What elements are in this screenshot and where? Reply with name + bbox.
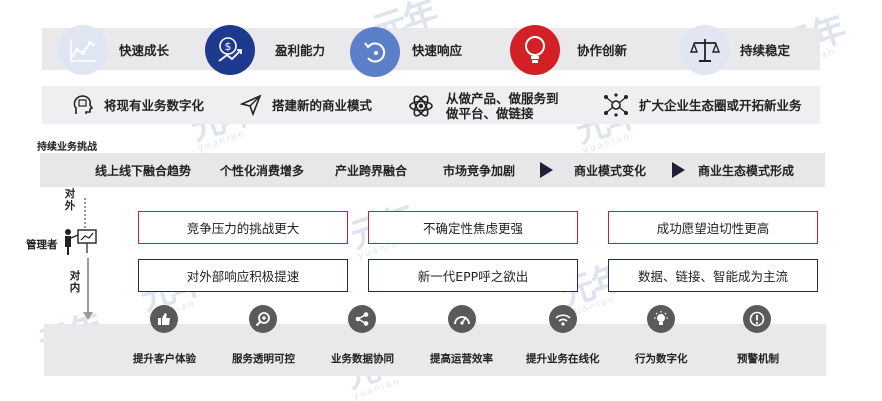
alert-icon [743, 305, 771, 333]
challenge-label: 商业模式变化 [574, 164, 647, 178]
strategy-label: 将现有业务数字化 [104, 97, 205, 113]
refresh-cycle-icon [350, 27, 400, 77]
lightbulb-icon [510, 25, 560, 75]
atom-icon [408, 93, 434, 119]
outer-box: 不确定性焦虑更强 [368, 211, 578, 244]
outcome-label: 提升客户体验 [133, 353, 196, 365]
outcome-label: 提升业务在线化 [526, 353, 600, 365]
wifi-signal-icon [549, 305, 577, 333]
share-nodes-icon [348, 305, 376, 333]
presenter-icon [62, 227, 98, 261]
vertical-connector [87, 258, 89, 314]
strategy-item: 搭建新的商业模式 [240, 94, 372, 116]
inner-box: 数据、链接、智能成为主流 [608, 259, 818, 292]
thumbs-up-icon [150, 305, 178, 333]
challenge-title: 持续业务挑战 [37, 142, 97, 153]
strategy-label: 搭建新的商业模式 [272, 97, 373, 113]
outcome-label: 服务透明可控 [232, 353, 295, 365]
magnifier-plus-icon [249, 305, 277, 333]
strategy-item: 将现有业务数字化 [72, 94, 204, 116]
strategy-label: 从做产品、做服务到 做平台、做链接 [446, 91, 559, 121]
dotted-connector [84, 198, 86, 228]
idea-bulb-icon [647, 305, 675, 333]
goal-label: 协作创新 [577, 43, 628, 58]
growth-chart-icon [58, 25, 108, 75]
strategy-item: 从做产品、做服务到 做平台、做链接 [408, 91, 559, 121]
outcome-label: 提高运营效率 [430, 353, 493, 365]
arrow-right-icon [672, 162, 685, 178]
challenge-label: 市场竞争加剧 [443, 164, 516, 178]
strategy-label: 扩大企业生态圈或开拓新业务 [639, 97, 802, 113]
manager-label: 管理者 [26, 239, 58, 251]
outcome-label: 业务数据协同 [331, 353, 394, 365]
challenge-label: 商业生态模式形成 [698, 164, 795, 178]
challenge-label: 个性化消费增多 [220, 164, 305, 178]
goal-label: 盈利能力 [275, 43, 326, 58]
strategy-label-line2: 做平台、做链接 [446, 106, 534, 121]
paper-plane-icon [240, 94, 262, 116]
goal-label: 快速响应 [412, 43, 463, 58]
inner-box: 新一代EPP呼之欲出 [368, 259, 578, 292]
arrow-down-icon [83, 312, 93, 320]
goal-label: 持续稳定 [740, 43, 791, 58]
challenge-label: 产业跨界融合 [335, 164, 408, 178]
money-growth-icon: $ [205, 25, 255, 75]
network-nodes-icon [603, 93, 629, 117]
inner-box: 对外部响应积极提速 [138, 259, 348, 292]
challenge-label: 线上线下融合趋势 [95, 164, 192, 178]
outer-box: 竞争压力的挑战更大 [138, 211, 348, 244]
strategy-item: 扩大企业生态圈或开拓新业务 [603, 93, 802, 117]
brain-head-icon [72, 94, 94, 116]
outer-label: 对外 [64, 188, 76, 212]
svg-text:$: $ [225, 40, 232, 53]
outer-box: 成功愿望迫切性更高 [608, 211, 818, 244]
goal-label: 快速成长 [119, 43, 170, 58]
outcome-label: 行为数字化 [635, 353, 688, 365]
arrow-right-icon [540, 162, 553, 178]
speedometer-icon [448, 305, 476, 333]
strategy-label-line1: 从做产品、做服务到 [446, 91, 559, 106]
inner-label: 对内 [69, 270, 81, 294]
outcome-label: 预警机制 [737, 353, 779, 365]
balance-scale-icon [680, 25, 730, 75]
